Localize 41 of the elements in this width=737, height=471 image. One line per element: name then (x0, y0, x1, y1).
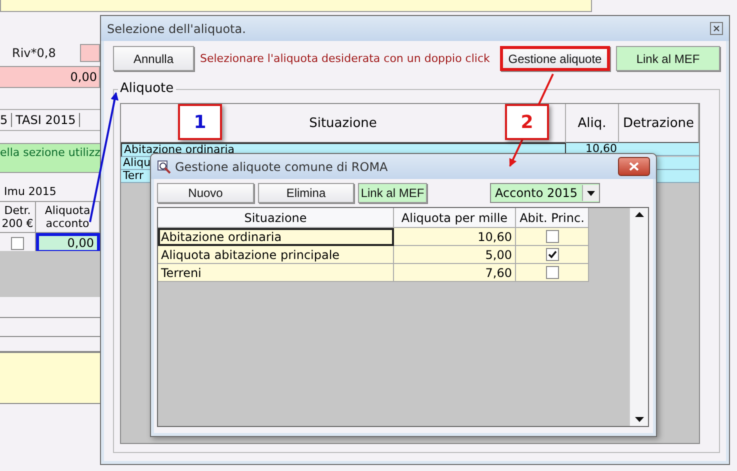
tab[interactable]: 5 (0, 113, 12, 127)
notice-bar: ella sezione utilizz (0, 143, 100, 173)
table-cell: 5,00 (394, 246, 516, 264)
dialog-button[interactable]: Elimina (258, 183, 354, 203)
checkbox[interactable] (546, 266, 558, 279)
magnifier-icon (157, 160, 171, 174)
window-title: Gestione aliquote comune di ROMA (175, 160, 389, 174)
scrollbar[interactable] (629, 208, 648, 426)
dialog-button[interactable]: Link al MEF (616, 46, 720, 71)
window-title: Selezione dell'aliquota. (107, 22, 247, 36)
checkbox[interactable] (546, 230, 558, 243)
checkbox[interactable] (11, 236, 24, 250)
close-icon[interactable] (710, 22, 723, 35)
instruction-text: Selezionare l'aliquota desiderata con un doppio click (200, 52, 491, 65)
dialog-button[interactable]: Gestione aliquote (500, 46, 610, 71)
column-header: Aliquota per mille (394, 208, 516, 228)
table-cell[interactable]: Aliquota abitazione principale (158, 246, 394, 264)
column-header: Aliq. (566, 104, 619, 143)
caret-icon (586, 190, 595, 196)
column-header: Detr. 200 € (0, 202, 36, 233)
table-cell[interactable]: Terreni (158, 264, 394, 282)
group-title: Aliquote (118, 81, 176, 96)
column-header: Situazione (158, 208, 394, 228)
step-number: 2 (505, 104, 549, 140)
table-cell[interactable]: Abitazione ordinaria (158, 228, 394, 246)
checkbox[interactable] (546, 248, 558, 261)
input-field[interactable] (80, 44, 100, 62)
table-cell: 7,60 (394, 264, 516, 282)
column-header: Abit. Princ. (516, 208, 589, 228)
amount-field[interactable]: 0,00 (0, 66, 100, 88)
tab[interactable]: TASI 2015 (16, 113, 80, 127)
period-dropdown[interactable]: Acconto 2015 (490, 183, 600, 203)
dialog-button[interactable]: Link al MEF (358, 183, 427, 203)
table-cell[interactable]: 0,00 (36, 233, 100, 253)
column-header: Detrazione (619, 104, 699, 143)
field-label: Riv*0,8 (12, 46, 56, 60)
dialog-button[interactable]: Annulla (113, 46, 194, 71)
dialog-button[interactable]: Nuovo (157, 183, 254, 203)
step-number: 1 (178, 104, 222, 140)
table-cell: 10,60 (394, 228, 516, 246)
close-icon[interactable] (618, 157, 650, 176)
